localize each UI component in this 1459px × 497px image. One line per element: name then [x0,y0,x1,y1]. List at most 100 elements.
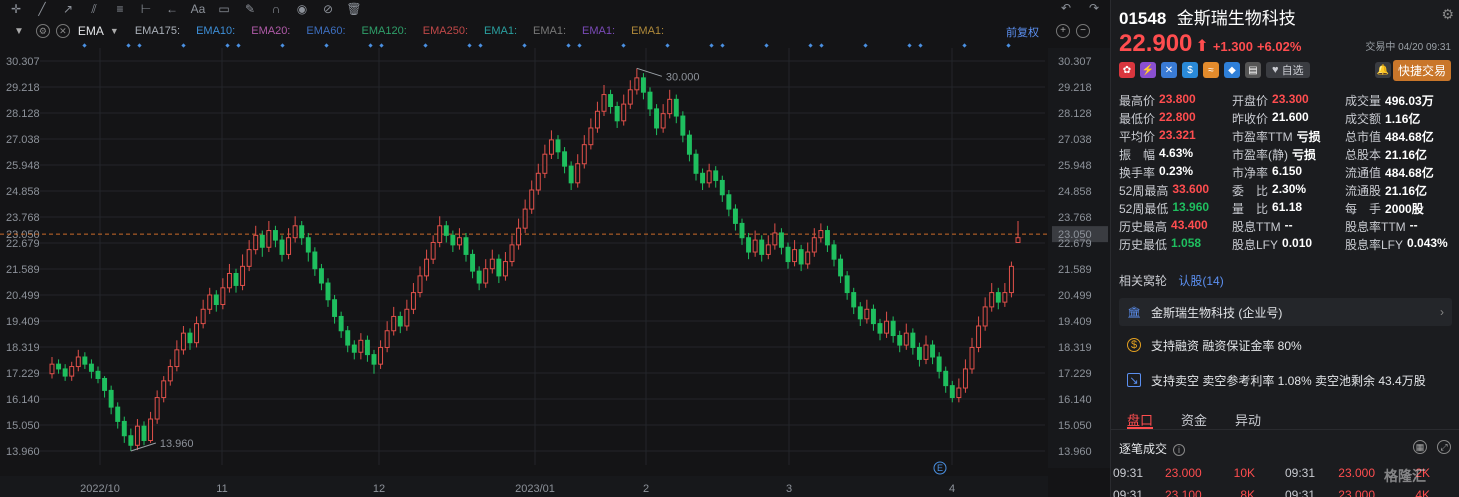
candle-body [115,406,121,422]
event-marker [962,43,967,48]
event-marker [720,43,725,48]
delete-icon[interactable]: 🗑 [346,2,362,16]
undo-icon[interactable]: ↶ [1058,1,1074,15]
ema-item[interactable]: EMA1: [484,25,517,37]
crosshair-icon[interactable]: ✛ [8,2,24,16]
candle-body [299,225,305,239]
candle-body [700,172,706,184]
ticks-controls: ▦ ⤢ [1413,440,1451,454]
ema-item[interactable]: EMA20: [251,25,290,37]
candle-body [325,282,331,301]
tab-capital[interactable]: 资金 [1181,406,1207,429]
candlestick-chart[interactable]: 30.307 30.307 29.218 29.218 28.128 28.128 27.0… [0,0,1110,497]
adjust-button[interactable]: 前复权 [1006,24,1039,40]
stat-label: 换手率 [1119,165,1156,180]
line-icon[interactable]: ╱ [34,2,50,16]
candle-body [489,258,495,270]
trade-cell: 23.000 [1338,488,1375,497]
tag-icon[interactable]: ◆ [1224,62,1240,78]
grid-icon[interactable]: ▦ [1413,440,1427,454]
fib-icon[interactable]: ≡ [112,2,128,16]
arrow-icon[interactable]: ← [164,2,180,16]
settings-icon[interactable]: ⚙ [35,24,50,38]
candle-body [233,272,239,286]
pencil-icon[interactable]: ✎ [242,2,258,16]
candle-body [1015,237,1021,243]
candle-body [516,227,522,246]
redo-icon[interactable]: ↷ [1086,1,1102,15]
candle-body [594,110,600,129]
stat-value: 23.321 [1159,127,1196,142]
tab-orderbook[interactable]: 盘口 [1127,406,1154,429]
eye-icon[interactable]: ◉ [294,2,310,16]
candle-body [253,234,259,251]
stat-label: 股息TTM [1232,219,1281,234]
stat-cell: 股息率LFY 0.043% [1345,236,1458,253]
watchlist-button[interactable]: ♥ 自选 [1266,62,1310,78]
sell-short-icon[interactable]: $ [1182,62,1198,78]
y-tick-label: 21.589 [1058,264,1092,276]
zoom-in-icon[interactable]: + [1056,24,1070,38]
info-icon[interactable]: i [1173,444,1186,456]
stats-row: 最低价 22.800 昨收价 21.600 成交额 1.16亿 [1119,109,1459,127]
warrants-link[interactable]: 认股(14) [1178,274,1223,288]
ema-item[interactable]: EMA60: [306,25,345,37]
ema-item[interactable]: EMA1: [582,25,615,37]
trade-cell: 23.100 [1165,488,1202,497]
event-marker [764,43,769,48]
y-tick-label-left: 28.128 [6,108,40,120]
ema-item[interactable]: EMA10: [196,25,235,37]
connect-icon[interactable]: ✕ [1161,62,1177,78]
hk-flag-icon[interactable]: ✿ [1119,62,1135,78]
history-controls: ↶ ↷ [1058,1,1102,15]
candle-body [470,253,476,272]
comment-icon[interactable]: ▭ [216,2,232,16]
quick-trade-button[interactable]: 快捷交易 [1392,60,1451,81]
close-icon[interactable]: ✕ [55,24,70,38]
candle-body [535,172,541,191]
tab-movement[interactable]: 异动 [1235,406,1261,429]
candle-body [897,335,903,346]
candle-body [686,134,692,155]
stock-code: 01548 [1119,9,1167,28]
candle-body [634,77,640,91]
ema-items: EMA175: EMA10: EMA20: EMA60: EMA120: EMA250: E… [119,25,664,37]
measure-icon[interactable]: ⊢ [138,2,154,16]
lock-icon[interactable]: ⊘ [320,2,336,16]
annotation-leader [636,67,663,77]
stat-value: 0.010 [1282,235,1313,250]
zoom-out-icon[interactable]: − [1076,24,1090,38]
candle-body [207,294,213,310]
channel-icon[interactable]: ⫽ [86,2,102,16]
ema-item[interactable]: EMA250: [423,25,468,37]
ema-item[interactable]: EMA120: [362,25,407,37]
y-tick-label: 17.229 [1058,368,1092,380]
company-card[interactable]: 🏛 金斯瑞生物科技 (企业号) › [1119,298,1452,326]
candle-body [1002,292,1008,303]
ema-item[interactable]: EMA1: [533,25,566,37]
collapse-icon[interactable]: ▼ [14,26,24,37]
text-icon[interactable]: Aa [190,2,206,16]
ray-icon[interactable]: ↗ [60,2,76,16]
expand-icon[interactable]: ⤢ [1437,440,1451,454]
candle-body [792,249,798,263]
ema-item[interactable]: EMA1: [631,25,664,37]
indicator-name[interactable]: EMA [78,24,104,38]
building-icon: 🏛 [1127,306,1141,319]
stat-value: 484.68亿 [1385,129,1434,144]
stock-header: 01548 金斯瑞生物科技 ⚙ [1119,4,1454,29]
candle-body [726,194,732,210]
doc-icon[interactable]: ▤ [1245,62,1261,78]
candle-body [95,370,101,379]
option-icon[interactable]: ≈ [1203,62,1219,78]
candle-body [391,315,397,332]
candle-body [857,306,863,320]
related-warrants: 相关窝轮 认股(14) [1119,272,1224,289]
dropdown-icon[interactable]: ▼ [110,26,119,36]
alert-icon[interactable]: 🔔 [1375,62,1391,78]
margin-icon[interactable]: ⚡ [1140,62,1156,78]
candle-body [930,344,936,358]
ema-item[interactable]: EMA175: [135,25,180,37]
magnet-icon[interactable]: ∩ [268,2,284,16]
settings-icon[interactable]: ⚙ [1441,6,1454,23]
